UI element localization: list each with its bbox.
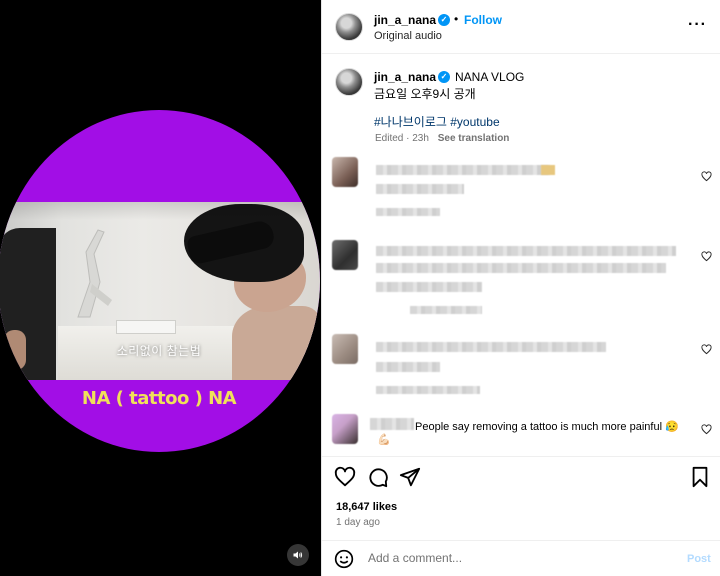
- verified-badge-icon: ✓: [438, 71, 450, 83]
- caption-hashtags[interactable]: #나나브이로그 #youtube: [374, 113, 500, 130]
- comment-composer: Post: [322, 540, 720, 576]
- see-translation-link[interactable]: See translation: [438, 133, 510, 144]
- comment-avatar[interactable]: [332, 414, 358, 444]
- post-time: 1 day ago: [336, 517, 380, 528]
- avatar[interactable]: [335, 13, 363, 41]
- comment-replies-redacted[interactable]: [410, 306, 482, 314]
- verified-badge-icon: ✓: [438, 14, 450, 26]
- audio-toggle-button[interactable]: [287, 544, 309, 566]
- follow-button[interactable]: Follow: [464, 13, 502, 27]
- comment-input[interactable]: [368, 551, 668, 565]
- speaker-icon: [293, 551, 303, 559]
- video-player[interactable]: 소리없이 참는법 NA ( tattoo ) NA: [0, 0, 321, 576]
- scene-box: [116, 320, 176, 334]
- video-frame-circle: 소리없이 참는법 NA ( tattoo ) NA: [0, 110, 320, 452]
- more-icon[interactable]: ···: [688, 16, 707, 34]
- comment-avatar[interactable]: [332, 157, 358, 187]
- comment-icon[interactable]: [367, 466, 389, 488]
- caption-meta: Edited · 23h See translation: [375, 133, 509, 144]
- separator: •: [454, 12, 459, 26]
- comment-meta-redacted: [376, 362, 440, 372]
- header-username[interactable]: jin_a_nana: [374, 13, 436, 27]
- scene-lamp: [77, 229, 112, 318]
- comment-text-redacted: [376, 165, 550, 175]
- frame-shadow: [0, 202, 320, 220]
- bookmark-icon[interactable]: [690, 466, 710, 488]
- comment-emoji-redacted: [541, 165, 555, 175]
- comment-like-heart-icon[interactable]: [701, 251, 712, 262]
- emoji-icon[interactable]: [334, 549, 354, 569]
- edited-time: Edited · 23h: [375, 133, 429, 144]
- post-header: jin_a_nana ✓ • Follow Original audio ···: [322, 0, 720, 54]
- audio-label[interactable]: Original audio: [374, 30, 442, 42]
- share-icon[interactable]: [399, 466, 421, 488]
- post-details-panel: jin_a_nana ✓ • Follow Original audio ···…: [321, 0, 720, 576]
- caption-title: NANA VLOG: [455, 70, 525, 84]
- comment-text-redacted: [376, 263, 666, 273]
- comment-avatar[interactable]: [332, 240, 358, 270]
- video-subtitle: 소리없이 참는법: [116, 344, 202, 358]
- comment-like-heart-icon[interactable]: [701, 171, 712, 182]
- comment-replies-redacted[interactable]: [376, 208, 440, 216]
- comment-meta-redacted: [376, 282, 482, 292]
- caption-avatar[interactable]: [335, 68, 363, 96]
- post-actions: 18,647 likes 1 day ago: [322, 456, 720, 546]
- heart-icon[interactable]: [334, 466, 356, 488]
- comment-text-redacted: [376, 246, 676, 256]
- video-title-caption: NA ( tattoo ) NA: [81, 388, 237, 409]
- comment-like-heart-icon[interactable]: [701, 344, 712, 355]
- caption-username[interactable]: jin_a_nana: [374, 70, 436, 84]
- comment-meta-redacted: [376, 184, 464, 194]
- comment-like-heart-icon[interactable]: [701, 424, 712, 435]
- comment-avatar[interactable]: [332, 334, 358, 364]
- comment-replies-redacted[interactable]: [376, 386, 480, 394]
- comment-text-redacted: [376, 342, 606, 352]
- video-scene: 소리없이 참는법: [0, 202, 320, 380]
- comment-text: People say removing a tattoo is much mor…: [415, 421, 679, 433]
- comment-username-redacted[interactable]: [370, 418, 414, 430]
- post-comment-button[interactable]: Post: [687, 553, 711, 565]
- comment-reaction: 💪🏻: [377, 434, 391, 446]
- caption-line: 금요일 오후9시 공개: [374, 87, 476, 101]
- likes-count[interactable]: 18,647 likes: [336, 501, 397, 513]
